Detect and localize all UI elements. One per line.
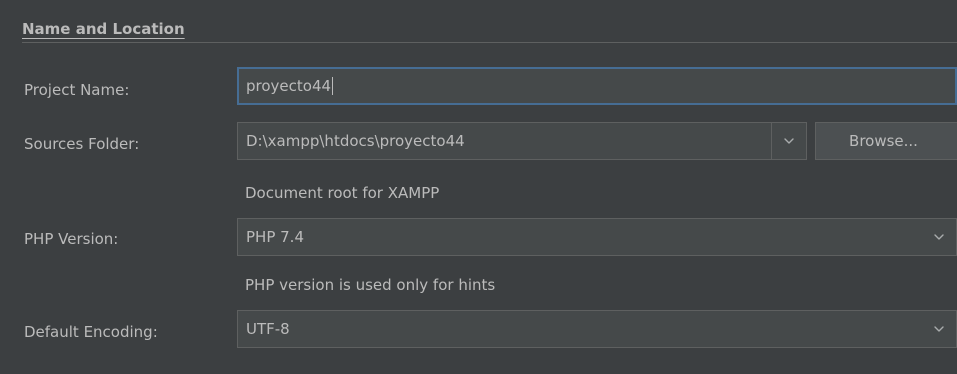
php-version-hint: PHP version is used only for hints	[245, 276, 496, 294]
default-encoding-dropdown-arrow[interactable]	[922, 311, 956, 347]
chevron-down-icon	[934, 326, 944, 332]
php-version-select[interactable]: PHP 7.4	[237, 218, 957, 256]
chevron-down-icon	[934, 234, 944, 240]
default-encoding-select[interactable]: UTF-8	[237, 310, 957, 348]
section-header: Name and Location	[22, 18, 185, 40]
browse-button[interactable]: Browse...	[815, 122, 957, 160]
default-encoding-value: UTF-8	[246, 320, 290, 338]
section-divider	[22, 42, 957, 43]
sources-folder-dropdown-button[interactable]	[771, 123, 806, 159]
project-name-input[interactable]: proyecto44	[237, 67, 957, 105]
php-version-dropdown-arrow[interactable]	[922, 219, 956, 255]
chevron-down-icon	[784, 138, 794, 144]
php-version-value: PHP 7.4	[246, 228, 304, 246]
sources-folder-value: D:\xampp\htdocs\proyecto44	[246, 132, 465, 150]
text-caret	[332, 77, 334, 95]
sources-folder-hint: Document root for XAMPP	[245, 184, 440, 202]
project-name-label: Project Name:	[24, 81, 130, 99]
section-title: Name and Location	[22, 20, 185, 38]
default-encoding-label: Default Encoding:	[24, 323, 158, 341]
new-project-name-location-panel: Name and Location Project Name: proyecto…	[0, 0, 957, 374]
sources-folder-combo[interactable]: D:\xampp\htdocs\proyecto44	[237, 122, 807, 160]
project-name-value: proyecto44	[246, 77, 332, 95]
sources-folder-label: Sources Folder:	[24, 135, 140, 153]
php-version-label: PHP Version:	[24, 230, 119, 248]
